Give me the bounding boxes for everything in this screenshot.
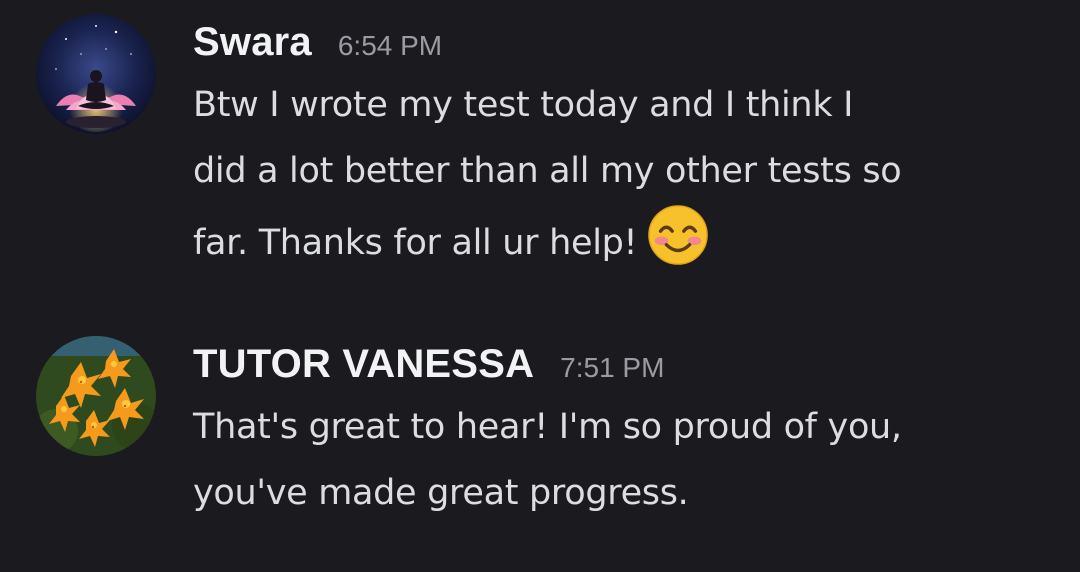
username[interactable]: TUTOR VANESSA bbox=[193, 342, 534, 387]
avatar[interactable] bbox=[36, 14, 156, 134]
timestamp[interactable]: 7:51 PM bbox=[560, 352, 664, 384]
message-content: Swara 6:54 PM Btw I wrote my test today … bbox=[193, 12, 1053, 276]
message-text: Btw I wrote my test today and I think I … bbox=[193, 72, 1053, 276]
smiling-face-with-smiling-eyes-icon[interactable] bbox=[647, 204, 709, 266]
timestamp[interactable]: 6:54 PM bbox=[338, 30, 442, 62]
message-line: did a lot better than all my other tests… bbox=[193, 151, 902, 191]
meditation-lotus-avatar bbox=[36, 14, 156, 134]
message-line: you've made great progress. bbox=[193, 473, 689, 513]
message-header: TUTOR VANESSA 7:51 PM bbox=[193, 334, 1053, 400]
message-line-text: far. Thanks for all ur help! bbox=[193, 223, 638, 263]
message-header: Swara 6:54 PM bbox=[193, 12, 1053, 78]
message-content: TUTOR VANESSA 7:51 PM That's great to he… bbox=[193, 334, 1053, 526]
avatar[interactable] bbox=[36, 336, 156, 456]
message-line: far. Thanks for all ur help! bbox=[193, 204, 1053, 276]
orange-lilies-avatar bbox=[36, 336, 156, 456]
message-line: That's great to hear! I'm so proud of yo… bbox=[193, 407, 902, 447]
username[interactable]: Swara bbox=[193, 20, 312, 65]
message-line: Btw I wrote my test today and I think I bbox=[193, 85, 854, 125]
message-text: That's great to hear! I'm so proud of yo… bbox=[193, 394, 1053, 526]
